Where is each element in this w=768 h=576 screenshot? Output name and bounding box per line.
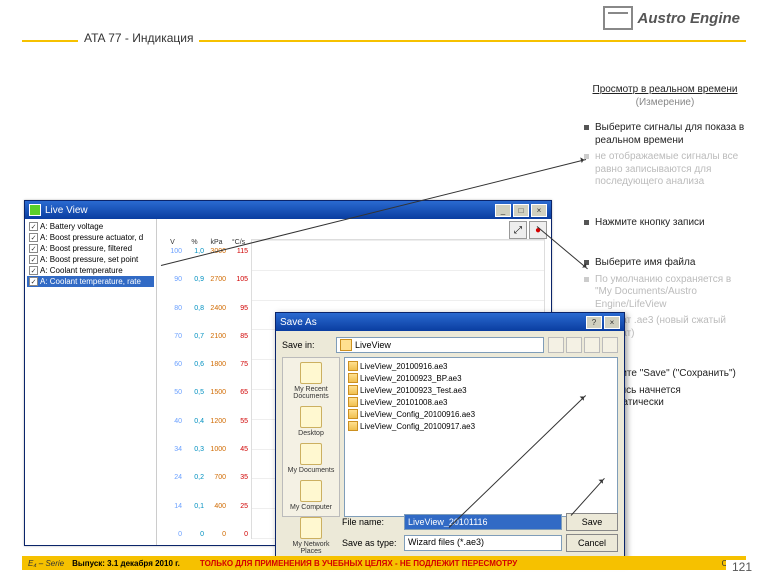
signal-item[interactable]: ✓A: Boost pressure, filtered	[27, 243, 154, 254]
footer: E₄ – Serie Выпуск: 3.1 декабря 2010 г. Т…	[22, 556, 746, 570]
save-in-label: Save in:	[282, 340, 332, 350]
checkbox-icon[interactable]: ✓	[29, 244, 38, 253]
titlebar[interactable]: Live View _ □ ×	[25, 201, 551, 219]
title-band: ATA 77 - Индикация	[22, 40, 746, 42]
file-item[interactable]: LiveView_20100916.ae3	[347, 360, 615, 372]
file-item[interactable]: LiveView_Config_20100916.ae3	[347, 408, 615, 420]
type-label: Save as type:	[342, 538, 400, 548]
expand-button[interactable]: ⤢	[509, 221, 527, 239]
back-icon[interactable]	[548, 337, 564, 353]
save-button[interactable]: Save	[566, 513, 618, 531]
page-number: 121	[726, 560, 758, 574]
newfolder-icon[interactable]	[584, 337, 600, 353]
axis-head-v: V	[163, 239, 182, 246]
footer-issue: Выпуск: 3.1 декабря 2010 г.	[72, 559, 180, 568]
bullet-icon	[584, 277, 589, 282]
place-icon	[300, 406, 322, 428]
filename-label: File name:	[342, 517, 400, 527]
checkbox-icon[interactable]: ✓	[29, 266, 38, 275]
place-item[interactable]: My Recent Documents	[283, 362, 339, 400]
axis-head-kpa: kPa	[207, 239, 226, 246]
file-icon	[348, 373, 358, 383]
dialog-toolbar	[548, 337, 618, 353]
app-icon	[29, 204, 41, 216]
place-icon	[300, 517, 322, 539]
bullet-icon	[584, 125, 589, 130]
dialog-title: Save As	[280, 317, 317, 328]
place-item[interactable]: My Computer	[283, 480, 339, 511]
logo-icon	[603, 6, 633, 30]
instruction-item: Нажмите кнопку записи	[584, 217, 746, 230]
place-icon	[300, 480, 322, 502]
instruction-item: Выберите сигналы для показа в реальном в…	[584, 122, 746, 147]
window-title: Live View	[45, 205, 88, 216]
signal-item[interactable]: ✓A: Battery voltage	[27, 221, 154, 232]
dialog-help-button[interactable]: ?	[586, 316, 602, 329]
close-button[interactable]: ×	[531, 204, 547, 217]
place-icon	[300, 362, 322, 384]
folder-icon	[340, 339, 352, 351]
record-button[interactable]: ●	[529, 221, 547, 239]
save-in-combo[interactable]: LiveView	[336, 337, 544, 353]
brand-text: Austro Engine	[637, 10, 740, 27]
instruction-item: Выберите имя файла	[584, 257, 746, 270]
cancel-button[interactable]: Cancel	[566, 534, 618, 552]
place-icon	[300, 443, 322, 465]
file-icon	[348, 421, 358, 431]
place-item[interactable]: Desktop	[283, 406, 339, 437]
type-combo[interactable]: Wizard files (*.ae3)	[404, 535, 562, 551]
views-icon[interactable]	[602, 337, 618, 353]
places-bar: My Recent Documents Desktop My Documents My…	[282, 357, 340, 517]
place-item[interactable]: My Documents	[283, 443, 339, 474]
instructions-head: Просмотр в реальном времени	[584, 84, 746, 95]
up-icon[interactable]	[566, 337, 582, 353]
file-icon	[348, 361, 358, 371]
brand-logo: Austro Engine	[603, 6, 740, 30]
dialog-titlebar[interactable]: Save As ? ×	[276, 313, 624, 331]
signal-item[interactable]: ✓A: Boost pressure actuator, d	[27, 232, 154, 243]
footer-warning: ТОЛЬКО ДЛЯ ПРИМЕНЕНИЯ В УЧЕБНЫХ ЦЕЛЯХ - …	[200, 559, 517, 568]
file-item[interactable]: LiveView_20100923_BP.ae3	[347, 372, 615, 384]
signal-item[interactable]: ✓A: Boost pressure, set point	[27, 254, 154, 265]
instructions-sub: (Измерение)	[584, 97, 746, 108]
file-icon	[348, 397, 358, 407]
filename-input[interactable]	[404, 514, 562, 530]
minimize-button[interactable]: _	[495, 204, 511, 217]
signal-list[interactable]: ✓A: Battery voltage✓A: Boost pressure ac…	[25, 219, 157, 545]
bullet-icon	[584, 220, 589, 225]
checkbox-icon[interactable]: ✓	[29, 277, 38, 286]
file-item[interactable]: LiveView_20100923_Test.ae3	[347, 384, 615, 396]
file-list[interactable]: LiveView_20100916.ae3LiveView_20100923_B…	[344, 357, 618, 517]
file-item[interactable]: LiveView_Config_20100917.ae3	[347, 420, 615, 432]
place-item[interactable]: My Network Places	[283, 517, 339, 555]
page-title: ATA 77 - Индикация	[78, 31, 199, 45]
file-icon	[348, 385, 358, 395]
footer-series: E₄ – Serie	[28, 559, 64, 568]
signal-item[interactable]: ✓A: Coolant temperature	[27, 265, 154, 276]
instruction-item: По умолчанию сохраняется в "My Documents…	[584, 274, 746, 312]
checkbox-icon[interactable]: ✓	[29, 222, 38, 231]
axis-head-pct: %	[185, 239, 204, 246]
file-icon	[348, 409, 358, 419]
checkbox-icon[interactable]: ✓	[29, 233, 38, 242]
instruction-item: не отображаемые сигналы все равно записы…	[584, 151, 746, 189]
maximize-button[interactable]: □	[513, 204, 529, 217]
signal-item[interactable]: ✓A: Coolant temperature, rate	[27, 276, 154, 287]
dialog-close-button[interactable]: ×	[604, 316, 620, 329]
checkbox-icon[interactable]: ✓	[29, 255, 38, 264]
save-in-value: LiveView	[355, 340, 391, 350]
